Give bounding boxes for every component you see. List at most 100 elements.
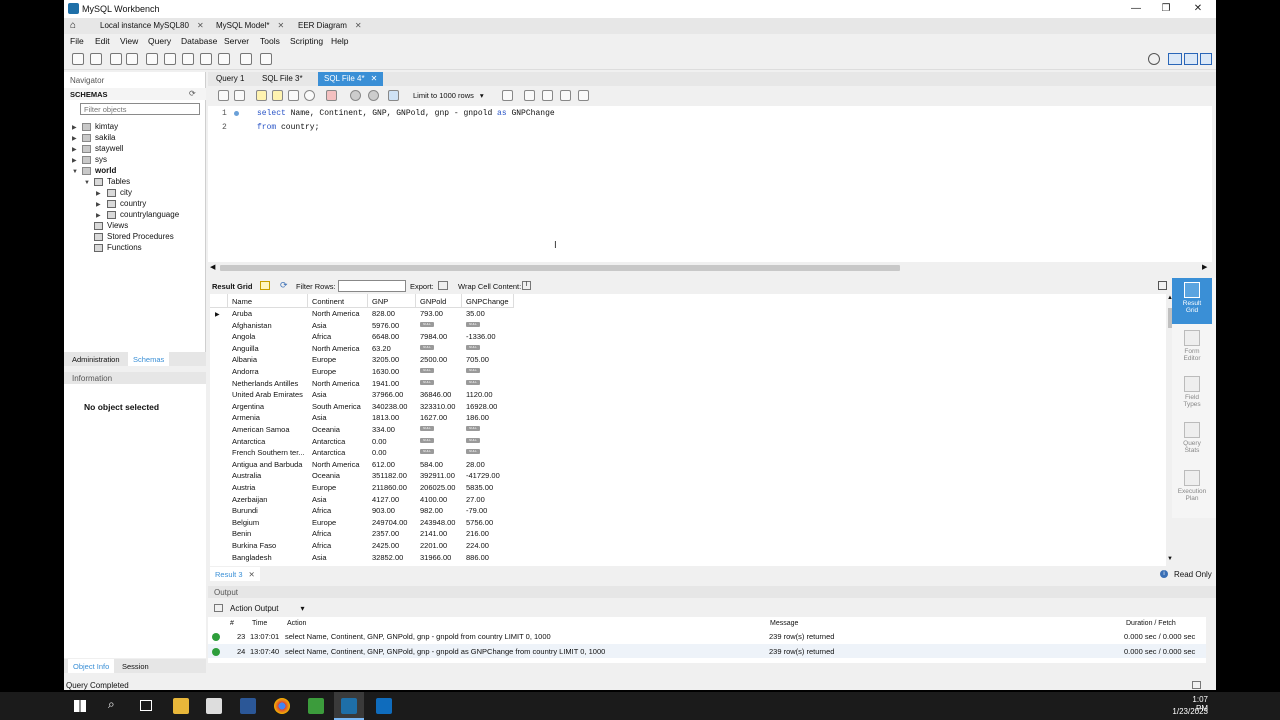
filter-rows-input[interactable] [338,280,406,292]
grid-cell[interactable]: North America [312,460,368,469]
grid-cell[interactable]: Europe [312,355,368,364]
grid-cell[interactable]: Asia [312,321,368,330]
grid-cell[interactable]: American Samoa [232,425,308,434]
expand-arrow-icon[interactable]: ▶ [72,147,77,153]
tab-local-instance[interactable]: Local instance MySQL80 ✕ [94,18,210,34]
collapse-arrow-icon[interactable]: ▼ [72,169,78,175]
null-cell[interactable]: NULL [420,344,462,353]
table-row[interactable]: Belgium Europe 249704.00 243948.00 5756.00 [210,518,512,530]
grid-cell[interactable]: Burundi [232,506,308,515]
null-cell[interactable]: NULL [420,437,462,446]
grid-cell[interactable]: 206025.00 [420,483,462,492]
toggle-output-icon[interactable] [1184,53,1198,65]
grid-cell[interactable]: Anguilla [232,344,308,353]
table-row[interactable]: Argentina South America 340238.00 323310.00… [210,402,512,414]
table-row[interactable]: Angola Africa 6648.00 7984.00 -1336.00 [210,332,512,344]
rollback-icon[interactable] [368,90,379,101]
grid-cell[interactable]: 982.00 [420,506,462,515]
grid-cell[interactable]: 323310.00 [420,402,462,411]
tab-eer-diagram[interactable]: EER Diagram ✕ [292,18,368,34]
status-panel-icon[interactable] [1192,681,1201,689]
beautify-icon[interactable] [524,90,535,101]
grid-cell[interactable]: Australia [232,471,308,480]
export-icon[interactable] [438,281,448,290]
grid-cell[interactable]: North America [312,344,368,353]
grid-cell[interactable]: 3205.00 [372,355,416,364]
expand-arrow-icon[interactable]: ▶ [72,125,77,131]
menu-file[interactable]: File [70,36,84,46]
grid-cell[interactable]: 334.00 [372,425,416,434]
grid-cell[interactable]: Afghanistan [232,321,308,330]
result-grid[interactable]: Name Continent GNP GNPold GNPChange ▶ Aru… [210,294,1166,566]
app-icon[interactable] [308,698,324,714]
table-row[interactable]: ▶ Aruba North America 828.00 793.00 35.00 [210,309,512,321]
grid-cell[interactable]: 351182.00 [372,471,416,480]
grid-cell[interactable]: Albania [232,355,308,364]
grid-cell[interactable]: 5835.00 [466,483,512,492]
table-row[interactable]: Bangladesh Asia 32852.00 31966.00 886.00 [210,553,512,565]
scroll-left-icon[interactable]: ◀ [210,263,215,271]
collapse-arrow-icon[interactable]: ▼ [84,180,90,186]
tab-result-3[interactable]: Result 3 ✕ [210,567,260,581]
grid-cell[interactable]: 216.00 [466,529,512,538]
grid-cell[interactable]: Benin [232,529,308,538]
grid-cell[interactable]: 1813.00 [372,413,416,422]
table-label[interactable]: countrylanguage [120,210,179,219]
null-cell[interactable]: NULL [466,437,512,446]
menu-help[interactable]: Help [331,36,348,46]
tab-sql-file-4[interactable]: SQL File 4* ✕ [318,72,384,86]
tab-query-1[interactable]: Query 1 [210,72,250,86]
null-cell[interactable]: NULL [466,321,512,330]
side-result-grid[interactable]: Result Grid [1172,278,1212,324]
menu-view[interactable]: View [120,36,138,46]
toggle-panel-icon[interactable] [1158,281,1167,290]
grid-cell[interactable]: 7984.00 [420,332,462,341]
create-function-icon[interactable] [218,53,230,65]
null-cell[interactable]: NULL [466,344,512,353]
grid-cell[interactable]: United Arab Emirates [232,390,308,399]
grid-cell[interactable]: 584.00 [420,460,462,469]
grid-cell[interactable]: -1336.00 [466,332,512,341]
limit-rows-select[interactable]: Limit to 1000 rows ▾ [413,90,497,102]
null-cell[interactable]: NULL [466,425,512,434]
grid-cell[interactable]: Burkina Faso [232,541,308,550]
tree-item-kimtay[interactable]: ▶ [72,122,77,131]
toggle-error-icon[interactable] [326,90,337,101]
tree-item-world[interactable]: ▼ [72,166,78,175]
grid-cell[interactable]: Asia [312,553,368,562]
grid-cell[interactable]: Oceania [312,471,368,480]
windows-start-icon[interactable] [74,700,86,712]
grid-cell[interactable]: Africa [312,529,368,538]
tree-item-city[interactable]: ▶ [96,188,101,197]
grid-cell[interactable]: 186.00 [466,413,512,422]
schema-label[interactable]: staywell [95,144,123,153]
expand-arrow-icon[interactable]: ▶ [96,213,101,219]
find-icon[interactable] [542,90,553,101]
close-icon[interactable]: ✕ [371,74,378,83]
execute-current-icon[interactable] [272,90,283,101]
refresh-icon[interactable]: ⟳ [189,89,196,98]
null-cell[interactable]: NULL [466,379,512,388]
model-icon[interactable] [126,53,138,65]
grid-cell[interactable]: 224.00 [466,541,512,550]
tree-item-staywell[interactable]: ▶ [72,144,77,153]
wrap-lines-icon[interactable] [578,90,589,101]
autocommit-icon[interactable] [388,90,399,101]
expand-arrow-icon[interactable]: ▶ [96,202,101,208]
save-icon[interactable] [234,90,245,101]
table-row[interactable]: Burkina Faso Africa 2425.00 2201.00 224.00 [210,541,512,553]
grid-cell[interactable]: 37966.00 [372,390,416,399]
grid-cell[interactable]: 2141.00 [420,529,462,538]
grid-cell[interactable]: Andorra [232,367,308,376]
scroll-right-icon[interactable]: ▶ [1202,263,1207,271]
grid-cell[interactable]: Netherlands Antilles [232,379,308,388]
commit-icon[interactable] [350,90,361,101]
grid-icon[interactable] [260,281,270,290]
close-icon[interactable]: ✕ [355,21,362,30]
tables-label[interactable]: Tables [107,177,130,186]
grid-cell[interactable]: 2425.00 [372,541,416,550]
mysql-workbench-taskbar-item[interactable] [334,692,364,720]
null-cell[interactable]: NULL [420,425,462,434]
grid-cell[interactable]: 2201.00 [420,541,462,550]
grid-cell[interactable]: Argentina [232,402,308,411]
